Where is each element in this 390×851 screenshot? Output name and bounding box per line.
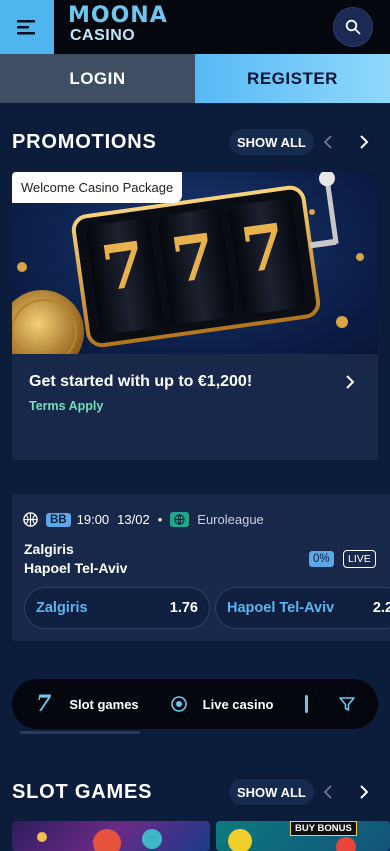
slot-digit: 7: [237, 209, 291, 288]
slot-games-category[interactable]: 7 Slot games: [36, 691, 139, 717]
search-icon: [345, 19, 361, 35]
basketball-icon: [23, 512, 38, 527]
odds-price: 1.76: [169, 600, 198, 616]
chevron-right-icon: [360, 785, 369, 799]
game-thumbnail[interactable]: [12, 821, 210, 851]
odds-team: Zalgiris: [36, 600, 88, 616]
slot-games-prev-button[interactable]: [317, 781, 339, 803]
odds-button-away[interactable]: Hapoel Tel-Aviv 2.2: [215, 587, 390, 629]
moona-logo[interactable]: MOONA CASINO: [68, 5, 178, 47]
chevron-right-icon: [360, 135, 369, 149]
logo-subtitle: CASINO: [70, 27, 136, 44]
chevron-left-icon: [323, 785, 332, 799]
odds-button-home[interactable]: Zalgiris 1.76: [24, 587, 210, 629]
terms-link[interactable]: Terms Apply: [29, 399, 103, 413]
live-icon: [170, 696, 187, 712]
logo-wordmark: MOONA: [68, 3, 168, 28]
odds-team: Hapoel Tel-Aviv: [227, 600, 335, 616]
search-button[interactable]: [333, 7, 373, 47]
percent-badge: 0%: [309, 551, 334, 567]
category-scroll-indicator: [20, 731, 140, 734]
meta-separator: •: [157, 512, 163, 527]
home-team: Zalgiris: [24, 541, 74, 557]
odds-price: 2.2: [372, 600, 390, 616]
match-card[interactable]: BB 19:00 13/02 • Euroleague Zalgiris Hap…: [12, 494, 390, 641]
away-team: Hapoel Tel-Aviv: [24, 560, 128, 576]
promotions-show-all-button[interactable]: SHOW ALL: [229, 129, 314, 155]
more-categories-indicator: [305, 695, 309, 713]
promo-card[interactable]: 7 7 7 Welcome Casino Package Get started…: [12, 172, 378, 460]
live-badge: LIVE: [343, 550, 376, 568]
globe-icon: [170, 512, 190, 527]
menu-button[interactable]: [0, 0, 54, 54]
slot-games-next-button[interactable]: [353, 781, 375, 803]
chevron-left-icon: [323, 135, 332, 149]
slot-games-title: SLOT GAMES: [12, 781, 153, 803]
promotions-prev-button[interactable]: [317, 131, 339, 153]
login-button[interactable]: LOGIN: [0, 54, 195, 103]
promo-category-chip: Welcome Casino Package: [12, 172, 183, 203]
match-meta: BB 19:00 13/02 • Euroleague: [23, 512, 264, 527]
promotions-next-button[interactable]: [353, 131, 375, 153]
filter-button[interactable]: [338, 695, 356, 713]
slot-games-label: Slot games: [69, 696, 139, 712]
match-time: 19:00: [76, 512, 110, 527]
top-bar: MOONA CASINO: [0, 0, 390, 54]
league-name: Euroleague: [197, 512, 264, 527]
sport-badge: BB: [46, 512, 71, 527]
slot-games-show-all-button[interactable]: SHOW ALL: [229, 779, 314, 805]
live-casino-category[interactable]: Live casino: [170, 696, 274, 712]
promotions-title: PROMOTIONS: [12, 131, 157, 153]
register-button[interactable]: REGISTER: [195, 54, 390, 103]
match-date: 13/02: [117, 512, 150, 527]
slot-digit: 7: [97, 227, 151, 306]
live-casino-label: Live casino: [202, 696, 274, 712]
chevron-right-icon: [346, 375, 355, 389]
promo-headline: Get started with up to €1,200!: [29, 373, 253, 390]
filter-icon: [339, 697, 356, 711]
buy-bonus-badge: BUY BONUS: [290, 821, 357, 836]
slot-digit: 7: [167, 219, 221, 298]
slot-count: 7: [36, 691, 52, 717]
category-bar: 7 Slot games Live casino: [12, 679, 378, 729]
hamburger-icon: [17, 20, 35, 35]
game-thumbnail[interactable]: BUY BONUS: [216, 821, 390, 851]
